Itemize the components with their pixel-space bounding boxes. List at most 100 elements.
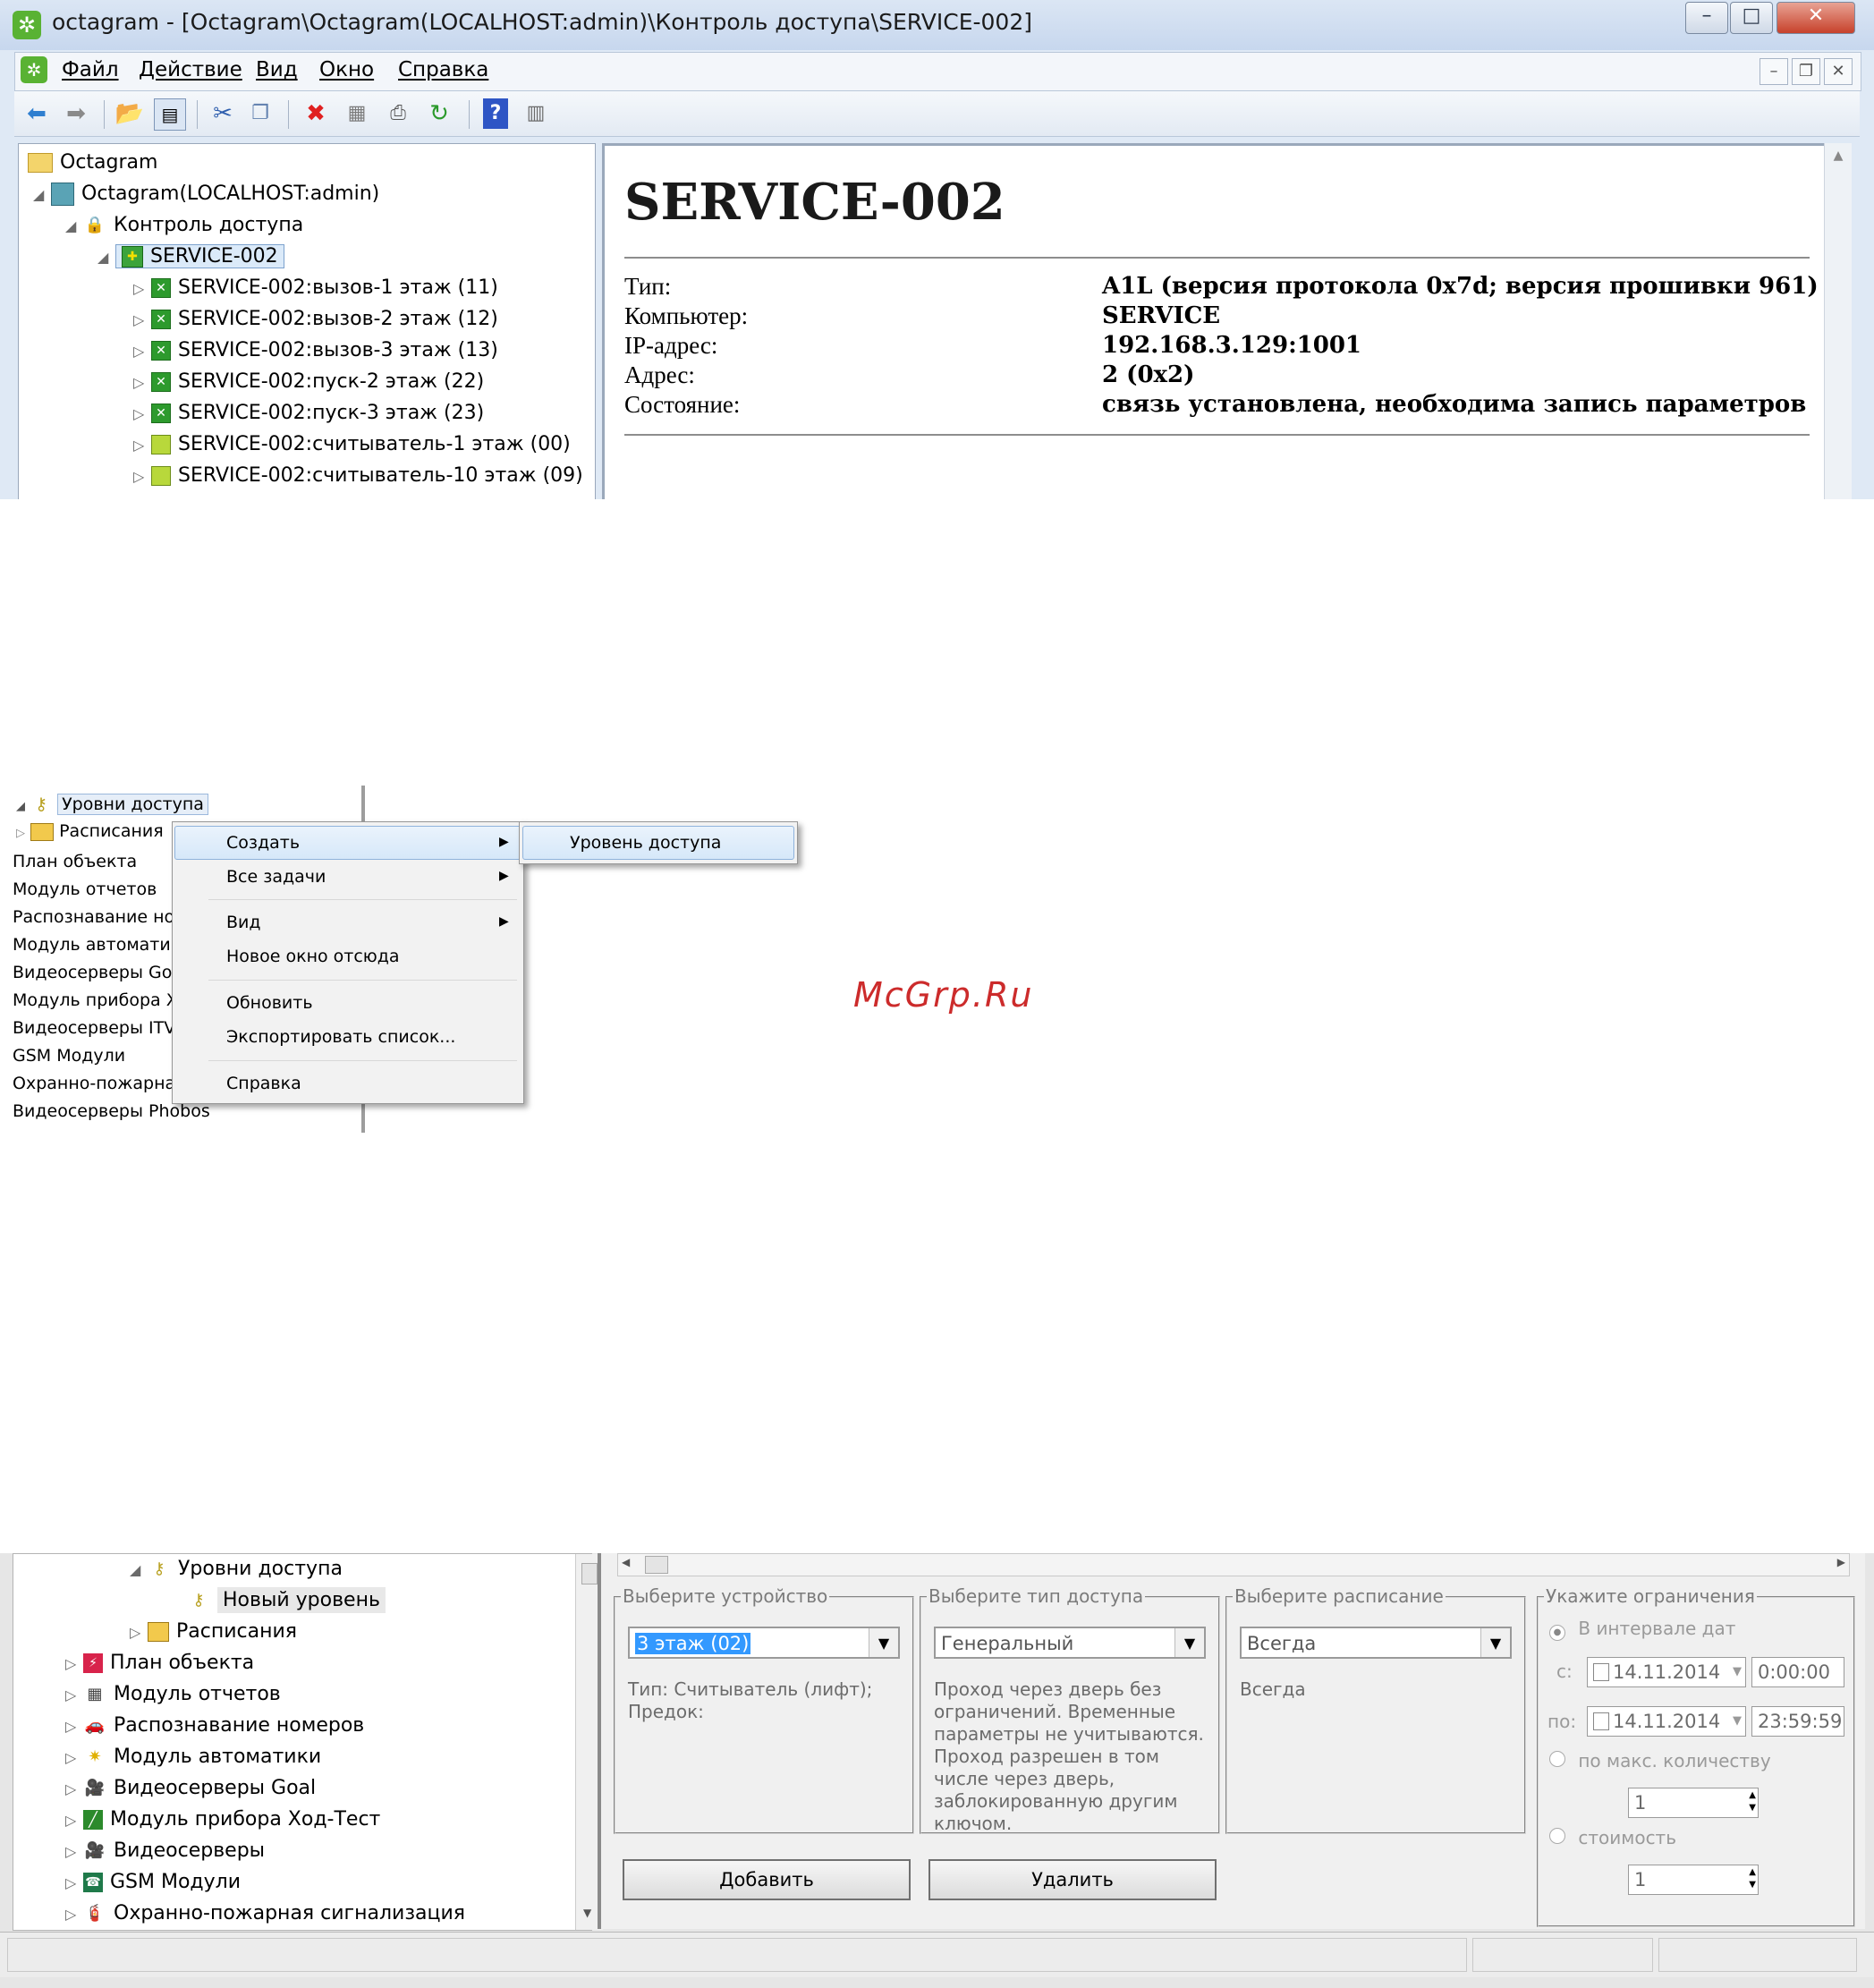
tree-item-service-002[interactable]: ◢ ✚ SERVICE-002 (98, 242, 284, 272)
tree-item-access-levels[interactable]: ◢ ⚷ Уровни доступа (130, 1554, 343, 1584)
horizontal-scrollbar[interactable]: ◀ ▶ (617, 1553, 1850, 1576)
menu-item-access-level[interactable]: Уровень доступа (570, 833, 721, 853)
maximize-button[interactable]: □ (1730, 2, 1773, 34)
tree-item-child[interactable]: ▷ ✕ SERVICE-002:вызов-2 этаж (12) (133, 304, 498, 335)
tree-item-child[interactable]: ▷ ✕ SERVICE-002:вызов-1 этаж (11) (133, 273, 498, 303)
to-date-picker[interactable]: 14.11.2014 ▼ (1587, 1706, 1746, 1737)
delete-button[interactable]: Удалить (929, 1859, 1217, 1900)
forward-icon[interactable]: ➡ (61, 98, 91, 129)
expand-icon[interactable]: ▷ (65, 1805, 83, 1836)
tree-item[interactable]: Видеосерверы ITV (13, 1018, 175, 1038)
tree-item[interactable]: Видеосерверы Phobos (13, 1101, 210, 1121)
tree-item-child[interactable]: ▷ ✕ SERVICE-002:вызов-3 этаж (13) (133, 336, 498, 366)
refresh-icon[interactable]: ↻ (424, 98, 454, 129)
properties-icon[interactable]: ▦ (342, 98, 372, 129)
view-icon[interactable]: ▥ (521, 98, 551, 129)
tree-item[interactable]: Видеосерверы Goa (13, 963, 182, 982)
expand-icon[interactable]: ▷ (65, 1837, 83, 1867)
expand-icon[interactable]: ▷ (133, 462, 151, 492)
from-date-picker[interactable]: 14.11.2014 ▼ (1587, 1657, 1746, 1687)
tree-item-child[interactable]: ▷ ✕ SERVICE-002:пуск-2 этаж (22) (133, 367, 484, 397)
mdi-restore-button[interactable]: ❐ (1792, 58, 1820, 85)
expand-icon[interactable]: ▷ (65, 1680, 83, 1711)
scroll-up-icon[interactable]: ▲ (1825, 149, 1852, 163)
menu-help[interactable]: Справка (398, 58, 488, 81)
menu-item-all-tasks[interactable]: Все задачи (226, 867, 326, 887)
doc-icon[interactable]: ✲ (21, 56, 47, 83)
help-icon[interactable]: ? (483, 98, 508, 129)
menu-window[interactable]: Окно (319, 58, 374, 81)
schedule-select[interactable]: Всегда ▼ (1240, 1627, 1512, 1659)
device-select[interactable]: 3 этаж (02) ▼ (628, 1627, 900, 1659)
expand-icon[interactable]: ▷ (65, 1743, 83, 1773)
max-count-radio[interactable]: по макс. количеству (1549, 1750, 1771, 1771)
tree-item-new-level[interactable]: ⚷ Новый уровень (187, 1585, 386, 1616)
collapse-icon[interactable]: ◢ (33, 180, 51, 210)
expand-icon[interactable]: ▷ (65, 1649, 83, 1679)
access-type-select[interactable]: Генеральный ▼ (934, 1627, 1206, 1659)
mdi-close-button[interactable]: ✕ (1824, 58, 1853, 85)
radio-selected-icon[interactable]: ● (1549, 1625, 1565, 1641)
tree-item[interactable]: Охранно-пожарна (13, 1074, 175, 1093)
tree-item-video-goal[interactable]: ▷ 🎥 Видеосерверы Goal (65, 1773, 316, 1804)
back-icon[interactable]: ⬅ (21, 98, 52, 129)
chevron-down-icon[interactable]: ▼ (1733, 1707, 1742, 1736)
radio-icon[interactable] (1549, 1751, 1565, 1767)
menu-action[interactable]: Действие (139, 58, 242, 81)
radio-icon[interactable] (1549, 1828, 1565, 1844)
copy-icon[interactable]: ❐ (245, 98, 276, 129)
tree-item-reports[interactable]: ▷ ▦ Модуль отчетов (65, 1679, 281, 1710)
expand-icon[interactable]: ▷ (133, 274, 151, 304)
checkbox-icon[interactable] (1593, 1663, 1609, 1681)
cost-radio[interactable]: стоимость (1549, 1827, 1676, 1848)
collapse-icon[interactable]: ◢ (65, 211, 83, 242)
menu-view[interactable]: Вид (256, 58, 298, 81)
interval-radio[interactable]: ● В интервале дат (1549, 1618, 1735, 1641)
menu-file[interactable]: Файл (62, 58, 119, 81)
tree-item-child[interactable]: ▷ SERVICE-002:считыватель-1 этаж (00) (133, 429, 571, 460)
tree-item-root[interactable]: Octagram (28, 148, 157, 178)
add-button[interactable]: Добавить (623, 1859, 911, 1900)
expand-icon[interactable]: ▷ (65, 1868, 83, 1899)
print-icon[interactable]: ⎙ (383, 98, 413, 129)
mdi-minimize-button[interactable]: – (1760, 58, 1788, 85)
from-time-input[interactable]: 0:00:00 (1751, 1657, 1844, 1687)
chevron-down-icon[interactable]: ▼ (1733, 1658, 1742, 1686)
expand-icon[interactable]: ▷ (65, 1899, 83, 1930)
checkbox-icon[interactable] (1593, 1712, 1609, 1730)
menu-item-export[interactable]: Экспортировать список... (226, 1027, 455, 1047)
tree-item-fire-alarm[interactable]: ▷ 🧯 Охранно-пожарная сигнализация (65, 1899, 465, 1929)
tree-item-schedules[interactable]: ▷ Расписания (16, 821, 164, 841)
scroll-right-icon[interactable]: ▶ (1837, 1556, 1845, 1568)
menu-item-new-window[interactable]: Новое окно отсюда (226, 947, 400, 966)
menu-item-help[interactable]: Справка (226, 1074, 301, 1093)
tree-item-access-control[interactable]: ◢ 🔒 Контроль доступа (65, 210, 303, 241)
collapse-icon[interactable]: ◢ (130, 1555, 148, 1585)
expand-icon[interactable]: ▷ (133, 368, 151, 398)
tree-item-video[interactable]: ▷ 🎥 Видеосерверы (65, 1836, 265, 1866)
menu-item-refresh[interactable]: Обновить (226, 993, 313, 1013)
tree-item-plate-recognition[interactable]: ▷ 🚗 Распознавание номеров (65, 1711, 364, 1741)
tree-item-gsm[interactable]: ▷ ☎ GSM Модули (65, 1867, 241, 1898)
max-count-input[interactable]: 1 ▲ ▼ (1628, 1788, 1759, 1818)
close-button[interactable]: ✕ (1776, 2, 1855, 34)
menu-item-create[interactable]: Создать (226, 833, 300, 853)
tree-item-access-levels[interactable]: ◢ ⚷ Уровни доступа (16, 794, 208, 815)
scroll-thumb[interactable] (645, 1556, 668, 1574)
cost-input[interactable]: 1 ▲ ▼ (1628, 1865, 1759, 1895)
scroll-left-icon[interactable]: ◀ (622, 1556, 630, 1568)
tree-item-automation[interactable]: ▷ ✷ Модуль автоматики (65, 1742, 321, 1772)
tree-item[interactable]: GSM Модули (13, 1046, 125, 1066)
expand-icon[interactable]: ▷ (133, 430, 151, 461)
details-scrollbar[interactable]: ▲ (1824, 143, 1852, 499)
tree-item[interactable]: Распознавание но (13, 907, 174, 927)
tree-item[interactable]: План объекта (13, 852, 137, 871)
expand-icon[interactable]: ▷ (133, 336, 151, 367)
tree-item-plan[interactable]: ▷ ⚡ План объекта (65, 1648, 254, 1678)
scroll-thumb[interactable] (581, 1563, 598, 1584)
show-tree-icon[interactable]: ▤ (154, 98, 186, 131)
tree-item[interactable]: Модуль прибора Х (13, 990, 178, 1010)
expand-icon[interactable]: ▷ (133, 305, 151, 336)
chevron-down-icon[interactable]: ▼ (1480, 1628, 1510, 1657)
expand-icon[interactable]: ▷ (65, 1774, 83, 1805)
